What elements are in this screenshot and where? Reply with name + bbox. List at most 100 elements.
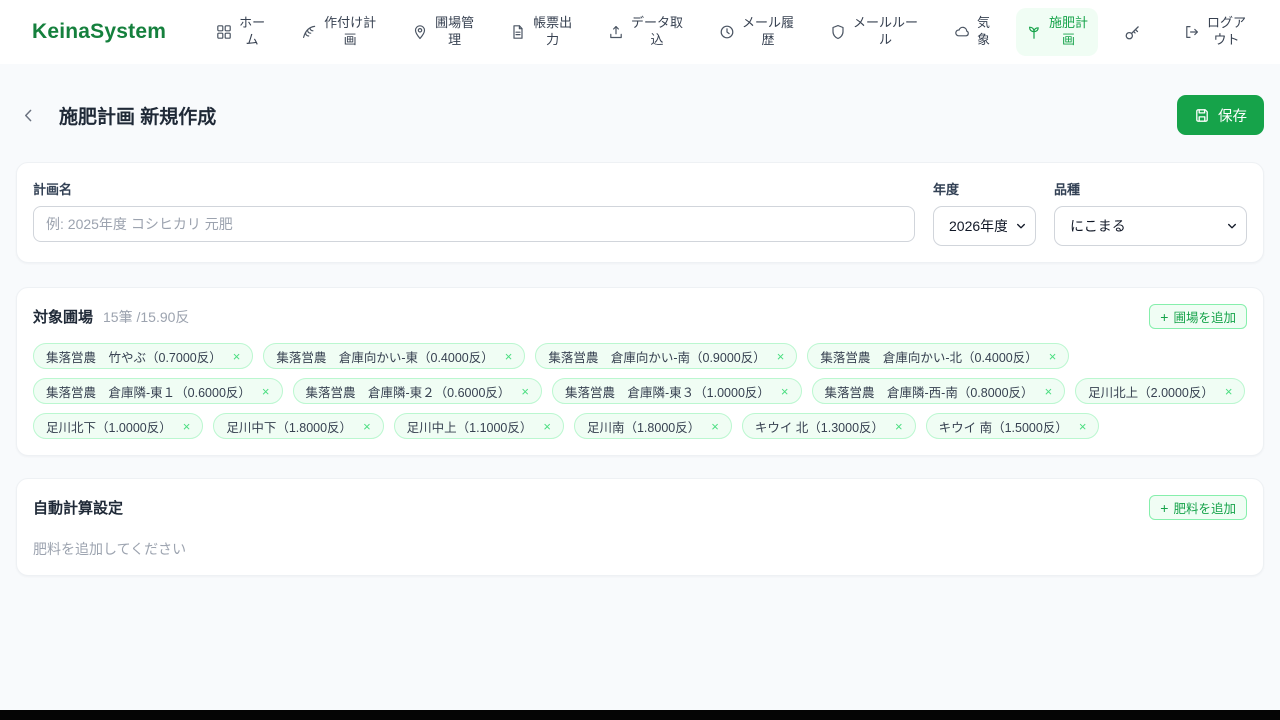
save-button[interactable]: 保存 (1177, 95, 1264, 135)
nav-label: 気 象 (977, 15, 991, 47)
nav-item-data-import[interactable]: データ取 込 (598, 8, 693, 56)
field-tag: 足川北上（2.0000反） × (1075, 378, 1246, 404)
plus-icon: + (1160, 308, 1169, 325)
field-tag-label: 足川北下（1.0000反） (46, 420, 172, 435)
remove-field-button[interactable]: × (781, 385, 789, 398)
field-tag: 足川中下（1.8000反） × (213, 413, 384, 439)
field-tag-label: キウイ 南（1.5000反） (938, 420, 1068, 435)
wheat-icon (301, 24, 317, 40)
document-icon (510, 24, 526, 40)
plan-name-group: 計画名 (33, 179, 915, 242)
year-group: 年度 2026年度 (933, 179, 1036, 246)
page-header: 施肥計画 新規作成 保存 (16, 94, 1264, 136)
nav-item-weather[interactable]: 気 象 (944, 8, 1000, 56)
field-tag: キウイ 南（1.5000反） × (925, 413, 1100, 439)
field-tag: 足川中上（1.1000反） × (393, 413, 564, 439)
add-fertilizer-button[interactable]: + 肥料を追加 (1149, 495, 1247, 520)
field-tag-label: 集落営農 倉庫向かい-南（0.9000反） (548, 350, 766, 365)
remove-field-button[interactable]: × (711, 420, 719, 433)
nav-item-password[interactable] (1114, 17, 1158, 48)
remove-field-button[interactable]: × (1225, 385, 1233, 398)
add-field-label: 圃場を追加 (1173, 311, 1236, 325)
shield-icon (830, 24, 846, 40)
remove-field-button[interactable]: × (363, 420, 371, 433)
remove-field-button[interactable]: × (505, 350, 513, 363)
field-tag: 集落営農 倉庫隣-東３（1.0000反） × (552, 378, 802, 404)
remove-field-button[interactable]: × (183, 420, 191, 433)
fertilizer-empty-text: 肥料を追加してください (33, 541, 187, 557)
field-tag: 足川南（1.8000反） × (573, 413, 732, 439)
variety-group: 品種 にこまる (1054, 179, 1247, 246)
save-label: 保存 (1218, 108, 1247, 125)
nav-item-mail-rules[interactable]: メールルー ル (820, 8, 928, 56)
target-fields-count: 15筆 /15.90反 (103, 308, 190, 325)
page-title: 施肥計画 新規作成 (59, 106, 217, 128)
field-tag-label: 足川南（1.8000反） (586, 420, 701, 435)
field-tag-label: 足川中上（1.1000反） (406, 420, 533, 435)
field-tag: 集落営農 倉庫隣-東１（0.6000反） × (33, 378, 283, 404)
plan-form-card: 計画名 年度 2026年度 品種 にこまる (16, 162, 1264, 263)
nav-item-planting-plan[interactable]: 作付け計 画 (291, 8, 386, 56)
main-nav: ホー ム 作付け計 画 圃場管 理 帳票出 力 データ取 込 メール履 歴 メー… (206, 8, 1256, 56)
remove-field-button[interactable]: × (1049, 350, 1057, 363)
variety-select[interactable]: にこまる (1054, 206, 1247, 246)
target-fields-title: 対象圃場 (33, 309, 94, 326)
back-button[interactable] (16, 103, 41, 128)
field-tag-label: 足川北上（2.0000反） (1088, 385, 1214, 400)
nav-label: ホー ム (239, 15, 266, 47)
variety-label: 品種 (1054, 182, 1081, 197)
field-tag-label: 集落営農 倉庫隣-東１（0.6000反） (46, 385, 251, 400)
remove-field-button[interactable]: × (521, 385, 529, 398)
field-tags: 集落営農 竹やぶ（0.7000反） × 集落営農 倉庫向かい-東（0.4000反… (33, 343, 1247, 439)
remove-field-button[interactable]: × (543, 420, 551, 433)
nav-label: メール履 歴 (742, 15, 795, 47)
top-navbar: KeinaSystem ホー ム 作付け計 画 圃場管 理 帳票出 力 データ取… (0, 0, 1280, 64)
sprout-icon (1026, 24, 1042, 40)
history-icon (719, 24, 735, 40)
remove-field-button[interactable]: × (262, 385, 270, 398)
nav-item-report-output[interactable]: 帳票出 力 (500, 8, 582, 56)
add-field-button[interactable]: + 圃場を追加 (1149, 304, 1247, 329)
plan-name-input[interactable] (33, 206, 915, 242)
nav-label: データ取 込 (631, 15, 684, 47)
map-pin-icon (412, 24, 428, 40)
nav-label: 施肥計 画 (1048, 15, 1088, 47)
field-tag: 集落営農 倉庫向かい-東（0.4000反） × (263, 343, 526, 369)
nav-item-mail-history[interactable]: メール履 歴 (709, 8, 804, 56)
year-label: 年度 (933, 182, 960, 197)
field-tag-label: 集落営農 竹やぶ（0.7000反） (46, 350, 222, 365)
field-tag: 足川北下（1.0000反） × (33, 413, 204, 439)
brand-logo[interactable]: KeinaSystem (32, 20, 166, 44)
cloud-icon (954, 24, 970, 40)
logout-icon (1184, 24, 1200, 40)
field-tag: キウイ 北（1.3000反） × (741, 413, 916, 439)
remove-field-button[interactable]: × (1045, 385, 1053, 398)
field-tag-label: キウイ 北（1.3000反） (754, 420, 885, 435)
save-icon (1194, 107, 1210, 123)
remove-field-button[interactable]: × (1079, 420, 1087, 433)
nav-item-field-management[interactable]: 圃場管 理 (402, 8, 484, 56)
field-tag-label: 足川中下（1.8000反） (226, 420, 353, 435)
year-select[interactable]: 2026年度 (933, 206, 1036, 246)
nav-item-logout[interactable]: ログア ウト (1174, 8, 1256, 56)
nav-label: 帳票出 力 (533, 15, 573, 47)
remove-field-button[interactable]: × (895, 420, 903, 433)
plan-name-label: 計画名 (33, 182, 73, 197)
nav-label: 圃場管 理 (435, 15, 475, 47)
nav-label: メールルー ル (853, 15, 919, 47)
grid-icon (216, 24, 232, 40)
nav-item-home[interactable]: ホー ム (206, 8, 275, 56)
nav-item-fertilization-plan[interactable]: 施肥計 画 (1015, 8, 1098, 56)
field-tag: 集落営農 倉庫隣-東２（0.6000反） × (292, 378, 542, 404)
field-tag-label: 集落営農 倉庫隣-西-南（0.8000反） (824, 385, 1034, 400)
field-tag: 集落営農 倉庫向かい-南（0.9000反） × (535, 343, 798, 369)
key-icon (1124, 24, 1141, 41)
chevron-left-icon (20, 107, 37, 124)
plus-icon: + (1160, 499, 1169, 516)
remove-field-button[interactable]: × (233, 350, 241, 363)
field-tag-label: 集落営農 倉庫向かい-東（0.4000反） (276, 350, 494, 365)
upload-icon (608, 24, 624, 40)
field-tag-label: 集落営農 倉庫隣-東３（1.0000反） (565, 385, 770, 400)
remove-field-button[interactable]: × (777, 350, 785, 363)
auto-calc-title: 自動計算設定 (33, 500, 124, 517)
